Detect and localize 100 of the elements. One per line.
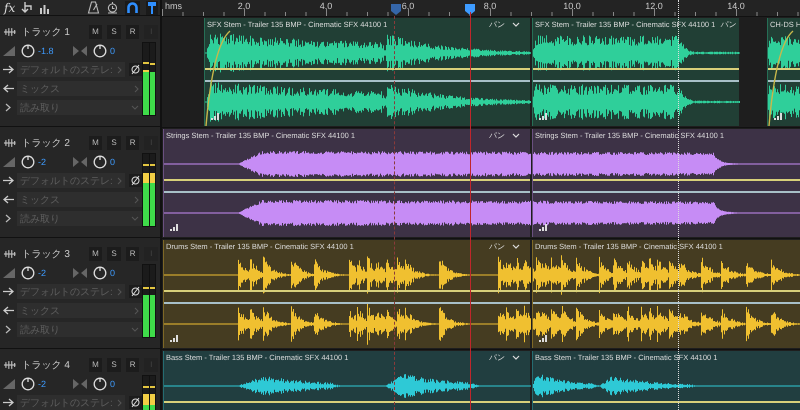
pan-value[interactable]: 0: [110, 268, 136, 278]
chevron-right-icon: [117, 398, 122, 406]
output-arrow-icon: [3, 65, 14, 74]
track-name[interactable]: トラック 3: [22, 246, 84, 260]
time-label: 4.0: [320, 1, 332, 11]
phase-invert-button[interactable]: [129, 285, 142, 298]
waveform-arrows-icon[interactable]: [3, 248, 17, 258]
clip-pan-label[interactable]: パン: [484, 130, 505, 140]
chevron-right-icon: [134, 196, 139, 204]
track-toggle-button[interactable]: S: [107, 24, 121, 38]
routing-icon[interactable]: [21, 1, 34, 14]
phase-invert-button[interactable]: [129, 396, 142, 409]
volume-knob[interactable]: [21, 266, 35, 280]
chevron-down-icon[interactable]: [512, 244, 520, 248]
pan-knob[interactable]: [93, 266, 107, 280]
fade-in-curve[interactable]: [768, 30, 794, 127]
time-label: 10.0: [563, 1, 581, 11]
timer-icon[interactable]: [106, 1, 120, 14]
chevron-right-icon: [117, 66, 122, 74]
phase-invert-button[interactable]: [129, 63, 142, 76]
phase-invert-button[interactable]: [129, 174, 142, 187]
metronome-icon[interactable]: [87, 1, 100, 14]
chevron-right-icon: [117, 176, 122, 184]
chevron-down-icon: [131, 105, 139, 110]
pan-value[interactable]: 0: [110, 46, 136, 56]
volume-value[interactable]: -2: [38, 156, 64, 166]
volume-value[interactable]: -2: [38, 268, 64, 278]
chevron-down-icon[interactable]: [512, 354, 520, 360]
clip-pan-label[interactable]: パン: [715, 18, 736, 30]
track-toggle-button[interactable]: M: [88, 358, 102, 372]
fade-in-curve[interactable]: [205, 30, 231, 127]
pan-icon: [73, 46, 87, 56]
marker-icon[interactable]: [391, 4, 401, 15]
clip-gain-icon[interactable]: [539, 113, 548, 120]
chevron-right-icon: [117, 288, 122, 296]
clip-gain-icon[interactable]: [170, 224, 179, 231]
input-arrow-icon: [3, 306, 14, 315]
playhead-handle[interactable]: [465, 4, 475, 15]
waveform-arrows-icon[interactable]: [3, 360, 17, 370]
track-toggle-button[interactable]: M: [88, 24, 102, 38]
clip-gain-icon[interactable]: [774, 113, 783, 120]
volume-knob[interactable]: [21, 376, 35, 390]
clip-pan-label[interactable]: パン: [484, 352, 505, 362]
volume-ramp-icon: [3, 268, 15, 278]
waveform-arrows-icon[interactable]: [3, 138, 17, 148]
track-name[interactable]: トラック 1: [22, 24, 84, 38]
track-toggle-button[interactable]: R: [126, 358, 140, 372]
volume-ramp-icon: [3, 378, 15, 388]
track-toggle-button[interactable]: R: [126, 246, 140, 260]
track-toggle-button[interactable]: M: [88, 246, 102, 260]
track-toggle-button[interactable]: R: [126, 136, 140, 150]
volume-value[interactable]: -1.8: [38, 46, 64, 56]
time-label: 12.0: [645, 1, 663, 11]
pan-icon: [73, 378, 87, 388]
time-label: 6.0: [402, 1, 414, 11]
output-arrow-icon: [3, 176, 14, 185]
output-arrow-icon: [3, 287, 14, 296]
pan-knob[interactable]: [93, 376, 107, 390]
pan-icon: [73, 156, 87, 166]
time-unit-label: hms: [165, 1, 182, 11]
track-toggle-button[interactable]: S: [107, 358, 121, 372]
time-ruler[interactable]: hms 2.0 4.0 6.0 8.0 10.0 12.0 14.0: [162, 0, 800, 17]
time-label: 14.0: [727, 1, 745, 11]
clip-pan-label[interactable]: パン: [484, 18, 505, 30]
chevron-down-icon[interactable]: [512, 22, 520, 26]
input-arrow-icon: [3, 195, 14, 204]
waveform-arrows-icon[interactable]: [3, 26, 17, 36]
track-name[interactable]: トラック 4: [22, 358, 84, 372]
track-toggle-button[interactable]: M: [88, 136, 102, 150]
clip-pan-label[interactable]: パン: [484, 240, 505, 252]
clip-gain-icon[interactable]: [211, 113, 220, 120]
chevron-down-icon: [131, 216, 139, 221]
volume-ramp-icon: [3, 156, 15, 166]
pin-icon[interactable]: [146, 0, 158, 14]
clip-gain-icon[interactable]: [539, 224, 548, 231]
pan-value[interactable]: 0: [110, 378, 136, 388]
time-label: 2.0: [238, 1, 250, 11]
clip-gain-icon[interactable]: [170, 335, 179, 342]
pan-value[interactable]: 0: [110, 156, 136, 166]
track-toggle-button[interactable]: S: [107, 246, 121, 260]
volume-knob[interactable]: [21, 44, 35, 58]
track-toggle-button[interactable]: R: [126, 24, 140, 38]
chevron-right-icon: [134, 306, 139, 314]
pan-knob[interactable]: [93, 154, 107, 168]
clip-gain-icon[interactable]: [539, 335, 548, 342]
chevron-down-icon[interactable]: [512, 132, 520, 138]
volume-knob[interactable]: [21, 154, 35, 168]
effects-button[interactable]: fx: [4, 0, 16, 14]
track-toggle-button[interactable]: S: [107, 136, 121, 150]
input-arrow-icon: [3, 84, 14, 93]
chevron-right-icon: [134, 84, 139, 92]
volume-ramp-icon: [3, 46, 15, 56]
pan-knob[interactable]: [93, 44, 107, 58]
time-label: 8.0: [484, 1, 496, 11]
magnet-icon[interactable]: [125, 0, 140, 14]
pan-icon: [73, 268, 87, 278]
volume-value[interactable]: -2: [38, 378, 64, 388]
chevron-down-icon: [131, 327, 139, 332]
output-arrow-icon: [3, 398, 14, 407]
track-name[interactable]: トラック 2: [22, 136, 84, 150]
